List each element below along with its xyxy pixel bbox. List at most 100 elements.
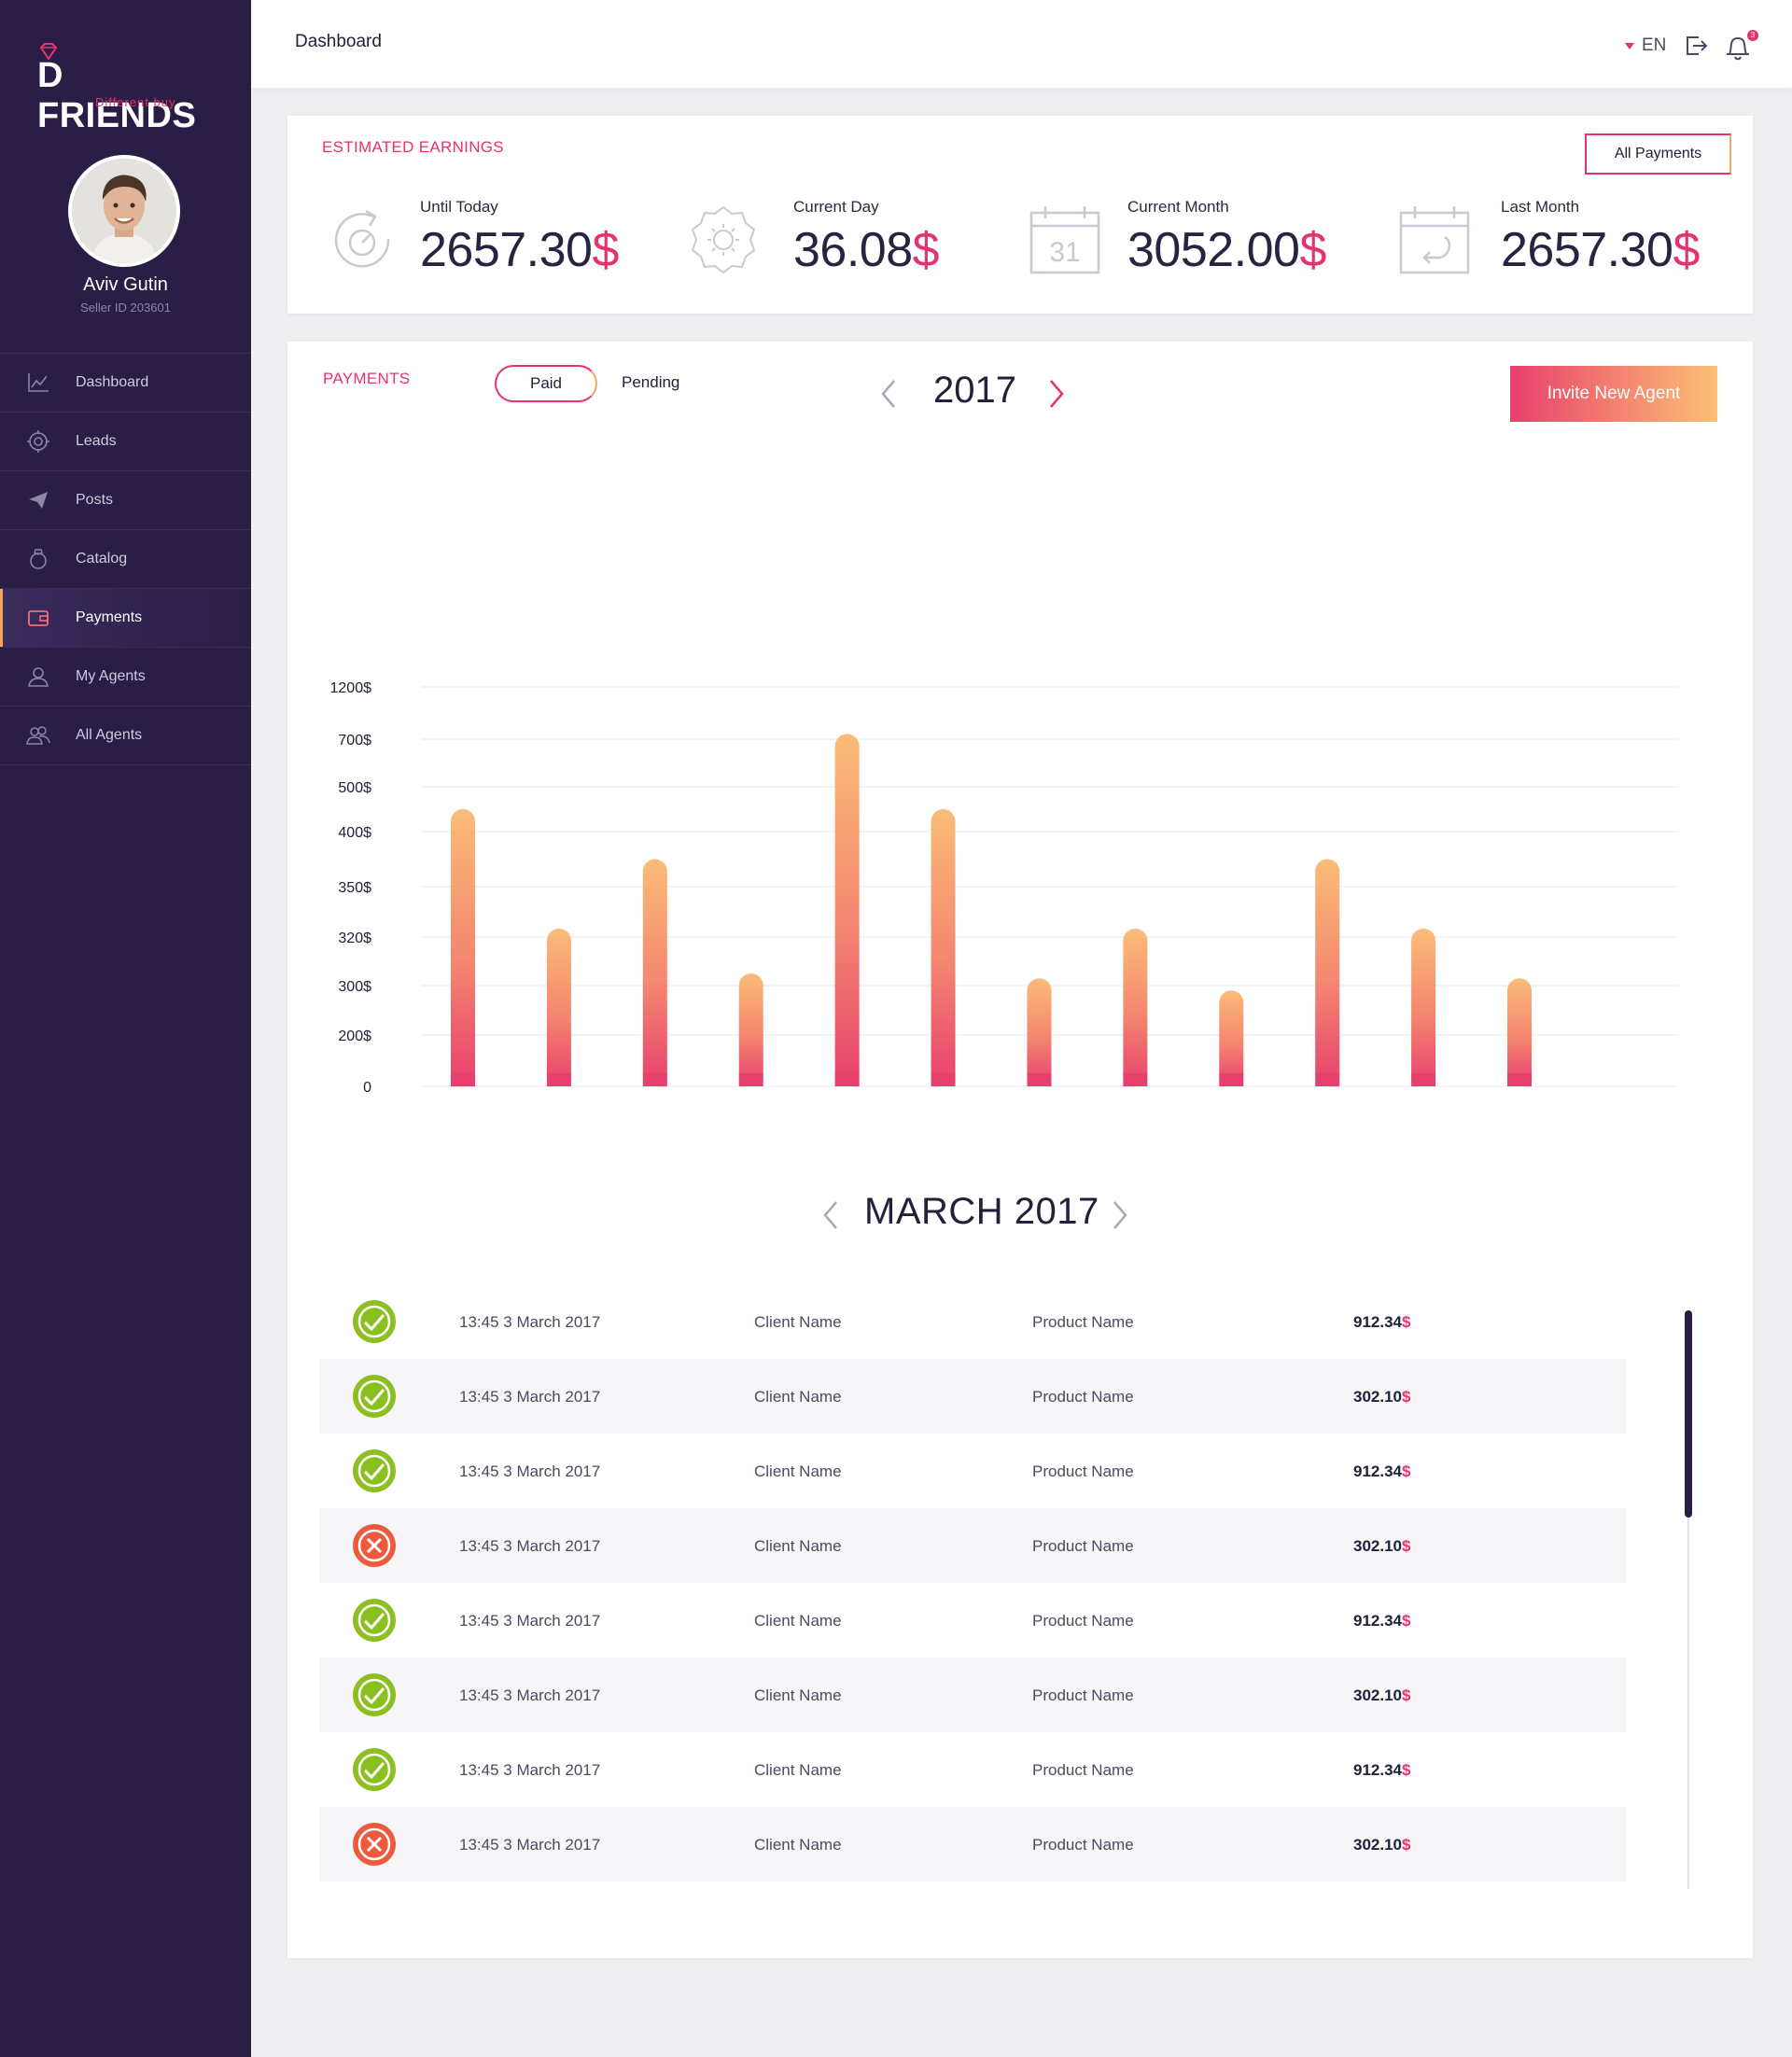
y-tick-label: 0 <box>363 1080 371 1096</box>
sidebar-item-label: Payments <box>76 609 143 625</box>
bar-jun[interactable] <box>931 809 956 1086</box>
table-row[interactable]: 13:45 3 March 2017 Client Name Product Nam… <box>319 1284 1626 1359</box>
y-tick-label: 320$ <box>338 931 371 946</box>
bar-apr[interactable] <box>738 973 763 1086</box>
row-client: Client Name <box>754 1537 842 1555</box>
refresh-clock-icon <box>334 209 390 268</box>
row-amount: 302.10$ <box>1353 1388 1411 1406</box>
bar-base <box>834 1073 860 1086</box>
row-client: Client Name <box>754 1612 842 1630</box>
row-client: Client Name <box>754 1836 842 1854</box>
sidebar-item-label: Dashboard <box>76 374 149 390</box>
row-product: Product Name <box>1032 1761 1134 1779</box>
chevron-right-icon[interactable] <box>1045 377 1068 411</box>
logout-icon[interactable] <box>1684 34 1708 58</box>
brand-tagline: Different buy <box>95 95 176 109</box>
row-product: Product Name <box>1032 1388 1134 1406</box>
bar-base <box>1123 1073 1148 1086</box>
chevron-left-icon[interactable] <box>819 1198 842 1232</box>
stat-label: Last Month <box>1501 198 1580 216</box>
month-heading: MARCH 2017 <box>864 1191 1099 1232</box>
all-payments-button[interactable]: All Payments <box>1585 133 1731 175</box>
table-row[interactable]: 13:45 3 March 2017 Client Name Product Nam… <box>319 1658 1626 1732</box>
top-header: Dashboard EN 3 <box>251 0 1792 88</box>
bar-jul[interactable] <box>1027 978 1052 1086</box>
language-selector[interactable]: EN <box>1625 35 1666 56</box>
bar-mar[interactable] <box>642 859 667 1087</box>
y-tick-label: 400$ <box>338 825 371 841</box>
stat-label: Current Day <box>793 198 879 216</box>
bar-dec[interactable] <box>1507 978 1532 1086</box>
row-datetime: 13:45 3 March 2017 <box>459 1462 601 1480</box>
table-row[interactable]: 13:45 3 March 2017 Client Name Product Nam… <box>319 1583 1626 1658</box>
bar-may[interactable] <box>834 734 860 1086</box>
sidebar-item-catalog[interactable]: Catalog <box>0 530 251 589</box>
stat-value: 3052.00$ <box>1127 223 1326 277</box>
language-label: EN <box>1642 35 1667 55</box>
chevron-right-icon[interactable] <box>1109 1198 1131 1232</box>
row-client: Client Name <box>754 1761 842 1779</box>
row-product: Product Name <box>1032 1537 1134 1555</box>
sun-icon <box>691 205 756 274</box>
bar-base <box>642 1073 667 1086</box>
sidebar-item-all-agents[interactable]: All Agents <box>0 707 251 765</box>
table-row[interactable]: 13:45 3 March 2017 Client Name Product Nam… <box>319 1359 1626 1434</box>
invite-new-agent-button[interactable]: Invite New Agent <box>1510 366 1717 422</box>
users-icon <box>26 726 50 745</box>
row-client: Client Name <box>754 1313 842 1331</box>
row-amount: 912.34$ <box>1353 1462 1411 1480</box>
row-amount: 302.10$ <box>1353 1836 1411 1854</box>
sidebar-item-my-agents[interactable]: My Agents <box>0 648 251 707</box>
calendar-return-icon <box>1399 206 1470 274</box>
bar-base <box>1411 1073 1436 1086</box>
payments-bar-chart: 0200$300$320$350$400$500$700$1200$ JANFE… <box>330 680 1678 1096</box>
sidebar-item-dashboard[interactable]: Dashboard <box>0 354 251 413</box>
bar-sep[interactable] <box>1219 990 1244 1086</box>
bar-nov[interactable] <box>1411 929 1436 1086</box>
check-circle-icon <box>353 1748 396 1791</box>
row-datetime: 13:45 3 March 2017 <box>459 1686 601 1704</box>
paid-toggle[interactable]: Paid <box>495 365 597 402</box>
check-circle-icon <box>353 1375 396 1418</box>
sidebar: D FRIENDS Different buy Aviv Gutin Selle… <box>0 0 251 2057</box>
sidebar-item-leads[interactable]: Leads <box>0 413 251 471</box>
row-client: Client Name <box>754 1686 842 1704</box>
table-row[interactable]: 13:45 3 March 2017 Client Name Product Nam… <box>319 1732 1626 1807</box>
seller-id: Seller ID 203601 <box>80 301 171 315</box>
chevron-left-icon[interactable] <box>877 377 900 411</box>
calendar-31-icon: 31 <box>1029 206 1100 274</box>
sidebar-item-label: Leads <box>76 433 117 449</box>
sidebar-item-payments[interactable]: Payments <box>0 589 251 648</box>
sidebar-item-label: Catalog <box>76 551 128 567</box>
earnings-title: ESTIMATED EARNINGS <box>322 138 504 156</box>
x-circle-icon <box>353 1823 396 1866</box>
wallet-icon <box>28 610 49 626</box>
table-row[interactable]: 13:45 3 March 2017 Client Name Product Nam… <box>319 1508 1626 1583</box>
sidebar-item-label: All Agents <box>76 727 143 743</box>
y-tick-label: 350$ <box>338 880 371 896</box>
y-tick-label: 1200$ <box>330 680 372 696</box>
sidebar-item-posts[interactable]: Posts <box>0 471 251 530</box>
y-tick-label: 700$ <box>338 733 371 749</box>
bar-feb[interactable] <box>546 929 571 1086</box>
bar-base <box>546 1073 571 1086</box>
user-name: Aviv Gutin <box>83 274 168 295</box>
bar-aug[interactable] <box>1123 929 1148 1086</box>
bar-jan[interactable] <box>451 809 475 1086</box>
logo[interactable]: D FRIENDS Different buy <box>37 41 224 135</box>
row-client: Client Name <box>754 1388 842 1406</box>
user-icon <box>28 667 49 687</box>
table-row[interactable]: 13:45 3 March 2017 Client Name Product Nam… <box>319 1807 1626 1882</box>
pending-toggle[interactable]: Pending <box>622 373 679 392</box>
check-circle-icon <box>353 1300 396 1343</box>
sidebar-item-label: My Agents <box>76 668 146 684</box>
row-product: Product Name <box>1032 1686 1134 1704</box>
row-amount: 912.34$ <box>1353 1612 1411 1630</box>
sidebar-item-label: Posts <box>76 492 114 508</box>
scrollbar-thumb[interactable] <box>1685 1310 1692 1518</box>
row-amount: 302.10$ <box>1353 1686 1411 1704</box>
table-row[interactable]: 13:45 3 March 2017 Client Name Product Nam… <box>319 1434 1626 1508</box>
bar-base <box>738 1073 763 1086</box>
bar-oct[interactable] <box>1315 859 1340 1087</box>
avatar[interactable] <box>68 155 180 267</box>
